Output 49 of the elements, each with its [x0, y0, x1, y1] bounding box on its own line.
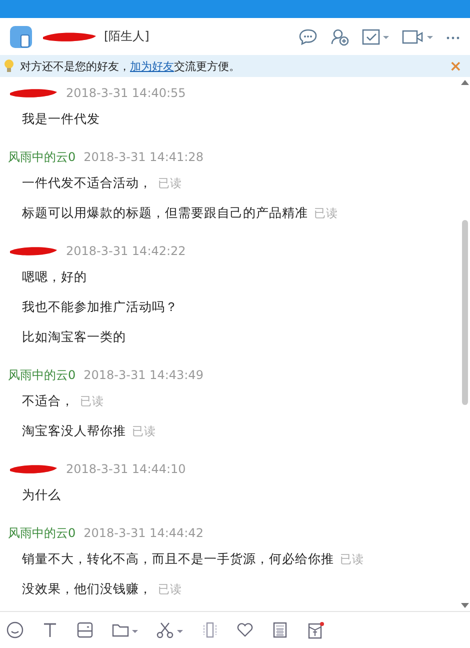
- scissors-icon[interactable]: [156, 621, 184, 639]
- smiley-icon[interactable]: [6, 621, 24, 639]
- message-text: 比如淘宝客一类的: [22, 328, 126, 346]
- message-time: 2018-3-31 14:40:55: [66, 86, 186, 100]
- sender-name: 风雨中的云0: [8, 366, 76, 384]
- sender-name: 风雨中的云0: [8, 524, 76, 542]
- message-time: 2018-3-31 14:44:10: [66, 462, 186, 476]
- message-text: 标题可以用爆款的标题，但需要跟自己的产品精准: [22, 204, 308, 222]
- read-receipt: 已读: [158, 582, 182, 596]
- video-camera-icon[interactable]: [402, 28, 434, 46]
- scroll-down-icon[interactable]: [461, 603, 469, 609]
- message-time: 2018-3-31 14:42:22: [66, 244, 186, 258]
- scroll-up-icon[interactable]: [461, 79, 469, 85]
- redaction-mark: [8, 245, 58, 257]
- scroll-thumb[interactable]: [462, 220, 468, 405]
- sender-name: 风雨中的云0: [8, 148, 76, 166]
- redaction-mark: [8, 463, 58, 475]
- message-time: 2018-3-31 14:43:49: [84, 368, 204, 382]
- message-time: 2018-3-31 14:41:28: [84, 150, 204, 164]
- notice-text: 对方还不是您的好友，加为好友交流更方便。: [20, 58, 240, 74]
- read-receipt: 已读: [314, 206, 338, 220]
- message-time: 2018-3-31 14:44:42: [84, 526, 204, 540]
- image-icon[interactable]: [76, 621, 94, 639]
- font-icon[interactable]: [41, 621, 59, 639]
- phone-avatar-icon: [10, 26, 32, 48]
- heart-icon[interactable]: [236, 621, 254, 639]
- add-friend-link[interactable]: 加为好友: [130, 60, 174, 72]
- message-text: 没效果，他们没钱赚，: [22, 580, 152, 598]
- checked-window-icon[interactable]: [362, 28, 390, 46]
- message-text: 我是一件代发: [22, 110, 100, 128]
- message-text: 我也不能参加推广活动吗？: [22, 298, 178, 316]
- vibration-icon[interactable]: [201, 621, 219, 639]
- message-text: 不适合，: [22, 392, 74, 410]
- contact-status: [陌生人]: [104, 28, 150, 45]
- read-receipt: 已读: [132, 424, 156, 438]
- calculator-icon[interactable]: [271, 621, 289, 639]
- message-text: 淘宝客没人帮你推: [22, 422, 126, 440]
- envelope-icon[interactable]: [306, 621, 326, 639]
- read-receipt: 已读: [340, 552, 364, 566]
- message-text: 销量不大，转化不高，而且不是一手货源，何必给你推: [22, 550, 334, 568]
- lightbulb-icon: [4, 59, 14, 73]
- message-text: 嗯嗯，好的: [22, 268, 87, 286]
- add-person-icon[interactable]: [330, 28, 350, 46]
- read-receipt: 已读: [158, 176, 182, 190]
- message-text: 一件代发不适合活动，: [22, 174, 152, 192]
- message-text: 为什么: [22, 486, 61, 504]
- chat-bubble-icon[interactable]: [298, 28, 318, 46]
- read-receipt: 已读: [80, 394, 104, 408]
- redaction-mark: [8, 87, 58, 99]
